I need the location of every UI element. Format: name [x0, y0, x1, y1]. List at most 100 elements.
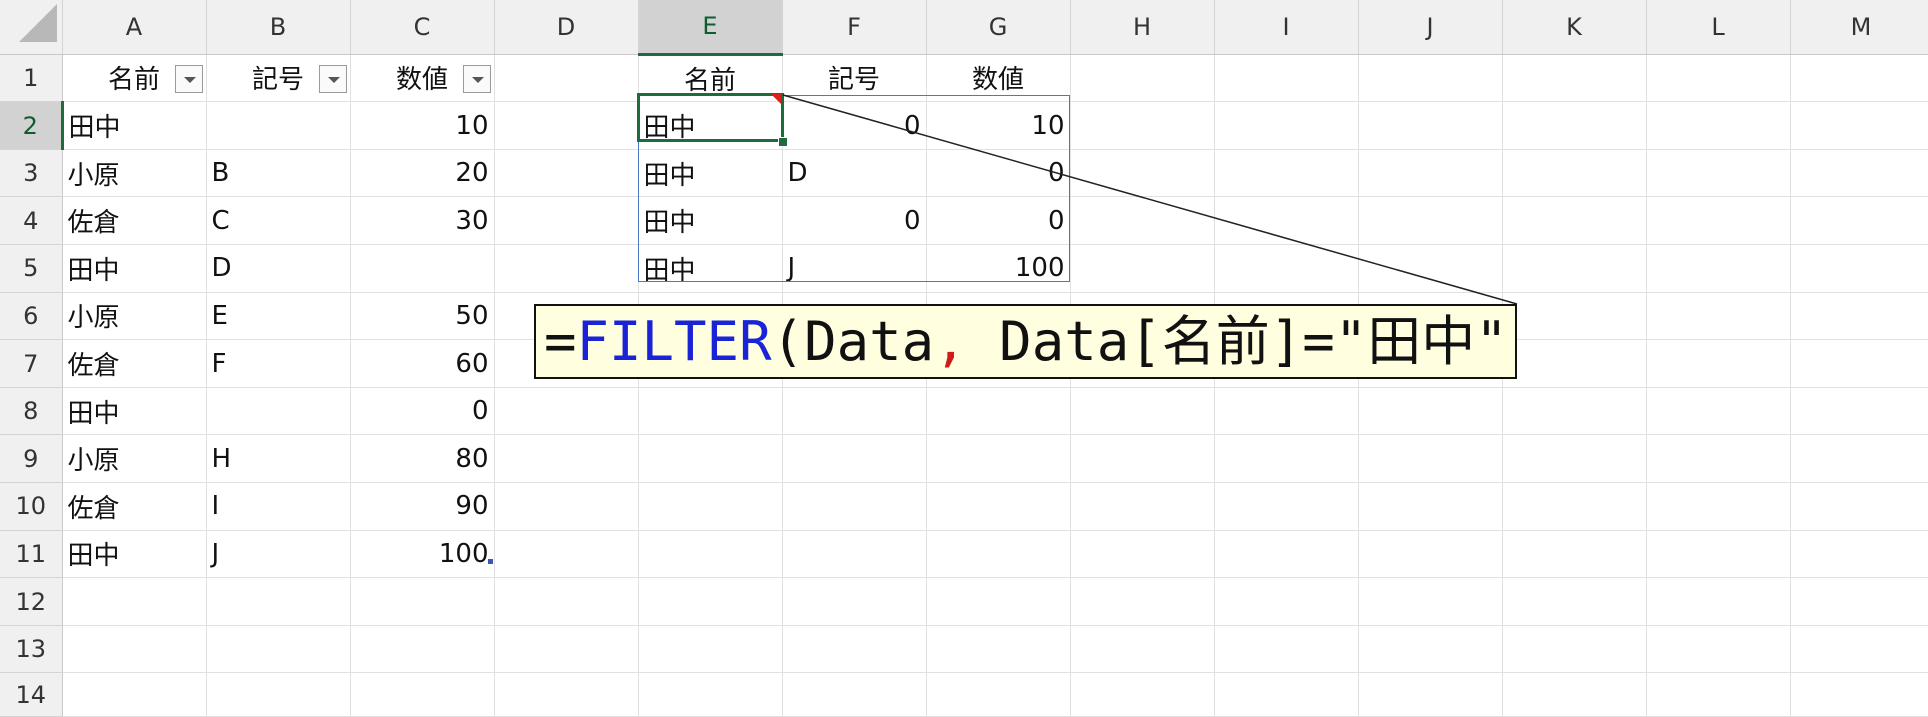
cell-h14[interactable] — [1070, 672, 1215, 717]
cell-c13[interactable] — [350, 625, 495, 674]
cell-m3[interactable] — [1790, 149, 1928, 198]
cell-e10[interactable] — [638, 482, 783, 531]
cell-h11[interactable] — [1070, 530, 1215, 579]
cell-f9[interactable] — [782, 434, 927, 484]
cell-f3[interactable]: D — [782, 149, 927, 198]
cell-l14[interactable] — [1646, 672, 1791, 717]
row-header[interactable]: 2 — [0, 101, 64, 150]
cell-i8[interactable] — [1214, 387, 1359, 436]
column-header-a[interactable]: A — [62, 0, 207, 55]
cell-j12[interactable] — [1358, 577, 1503, 626]
cell-m4[interactable] — [1790, 196, 1928, 246]
cell-d5[interactable] — [494, 244, 639, 293]
cell-f11[interactable] — [782, 530, 927, 579]
cell-j5[interactable] — [1358, 244, 1503, 293]
cell-c1[interactable]: 数値 — [350, 54, 495, 103]
cell-d13[interactable] — [494, 625, 639, 674]
filter-dropdown-button[interactable] — [462, 64, 491, 93]
cell-j3[interactable] — [1358, 149, 1503, 198]
cell-i4[interactable] — [1214, 196, 1359, 246]
cell-l12[interactable] — [1646, 577, 1791, 626]
cell-h13[interactable] — [1070, 625, 1215, 674]
cell-j14[interactable] — [1358, 672, 1503, 717]
cell-e4[interactable]: 田中 — [638, 196, 783, 246]
cell-k11[interactable] — [1502, 530, 1647, 579]
cell-g10[interactable] — [926, 482, 1071, 531]
row-header[interactable]: 3 — [0, 149, 63, 198]
cell-h12[interactable] — [1070, 577, 1215, 626]
cell-k6[interactable] — [1502, 292, 1647, 341]
cell-c5[interactable] — [350, 244, 495, 293]
cell-f5[interactable]: J — [782, 244, 927, 293]
cell-h4[interactable] — [1070, 196, 1215, 246]
cell-l5[interactable] — [1646, 244, 1791, 293]
row-header[interactable]: 1 — [0, 54, 63, 103]
cell-i3[interactable] — [1214, 149, 1359, 198]
cell-b10[interactable]: I — [206, 482, 351, 531]
row-header[interactable]: 8 — [0, 387, 63, 436]
column-header-h[interactable]: H — [1070, 0, 1215, 55]
column-header-m[interactable]: M — [1790, 0, 1928, 55]
cell-l9[interactable] — [1646, 434, 1791, 484]
cell-d12[interactable] — [494, 577, 639, 626]
cell-g5[interactable]: 100 — [926, 244, 1071, 293]
cell-e14[interactable] — [638, 672, 783, 717]
cell-b4[interactable]: C — [206, 196, 351, 246]
cell-h10[interactable] — [1070, 482, 1215, 531]
cell-d4[interactable] — [494, 196, 639, 246]
cell-i2[interactable] — [1214, 101, 1359, 150]
cell-f2[interactable]: 0 — [782, 101, 927, 150]
table-resize-handle[interactable] — [488, 559, 493, 564]
cell-c9[interactable]: 80 — [350, 434, 495, 484]
cell-g11[interactable] — [926, 530, 1071, 579]
cell-l7[interactable] — [1646, 339, 1791, 388]
cell-g8[interactable] — [926, 387, 1071, 436]
cell-b1[interactable]: 記号 — [206, 54, 351, 103]
cell-g14[interactable] — [926, 672, 1071, 717]
cell-i13[interactable] — [1214, 625, 1359, 674]
cell-l4[interactable] — [1646, 196, 1791, 246]
cell-k8[interactable] — [1502, 387, 1647, 436]
column-header-f[interactable]: F — [782, 0, 927, 55]
cell-b12[interactable] — [206, 577, 351, 626]
cell-j9[interactable] — [1358, 434, 1503, 484]
cell-g2[interactable]: 10 — [926, 101, 1071, 150]
cell-h8[interactable] — [1070, 387, 1215, 436]
cell-i9[interactable] — [1214, 434, 1359, 484]
cell-b2[interactable] — [206, 101, 351, 150]
cell-a1[interactable]: 名前 — [62, 54, 207, 103]
row-header[interactable]: 14 — [0, 672, 63, 717]
cell-d8[interactable] — [494, 387, 639, 436]
cell-l11[interactable] — [1646, 530, 1791, 579]
cell-f8[interactable] — [782, 387, 927, 436]
column-header-g[interactable]: G — [926, 0, 1071, 55]
cell-a7[interactable]: 佐倉 — [62, 339, 207, 388]
cell-j2[interactable] — [1358, 101, 1503, 150]
cell-k4[interactable] — [1502, 196, 1647, 246]
row-header[interactable]: 6 — [0, 292, 63, 341]
cell-k10[interactable] — [1502, 482, 1647, 531]
row-header[interactable]: 12 — [0, 577, 63, 626]
cell-j13[interactable] — [1358, 625, 1503, 674]
cell-b5[interactable]: D — [206, 244, 351, 293]
cell-d1[interactable] — [494, 54, 639, 103]
cell-e9[interactable] — [638, 434, 783, 484]
cell-h2[interactable] — [1070, 101, 1215, 150]
cell-b9[interactable]: H — [206, 434, 351, 484]
cell-g13[interactable] — [926, 625, 1071, 674]
select-all-corner[interactable] — [0, 0, 63, 55]
column-header-k[interactable]: K — [1502, 0, 1647, 55]
cell-m7[interactable] — [1790, 339, 1928, 388]
cell-e5[interactable]: 田中 — [638, 244, 783, 293]
cell-b14[interactable] — [206, 672, 351, 717]
cell-i1[interactable] — [1214, 54, 1359, 103]
cell-g12[interactable] — [926, 577, 1071, 626]
cell-m6[interactable] — [1790, 292, 1928, 341]
column-header-b[interactable]: B — [206, 0, 351, 55]
cell-m13[interactable] — [1790, 625, 1928, 674]
filter-dropdown-button[interactable] — [318, 64, 347, 93]
cell-k2[interactable] — [1502, 101, 1647, 150]
cell-g3[interactable]: 0 — [926, 149, 1071, 198]
cell-l13[interactable] — [1646, 625, 1791, 674]
cell-c11[interactable]: 100 — [350, 530, 495, 579]
